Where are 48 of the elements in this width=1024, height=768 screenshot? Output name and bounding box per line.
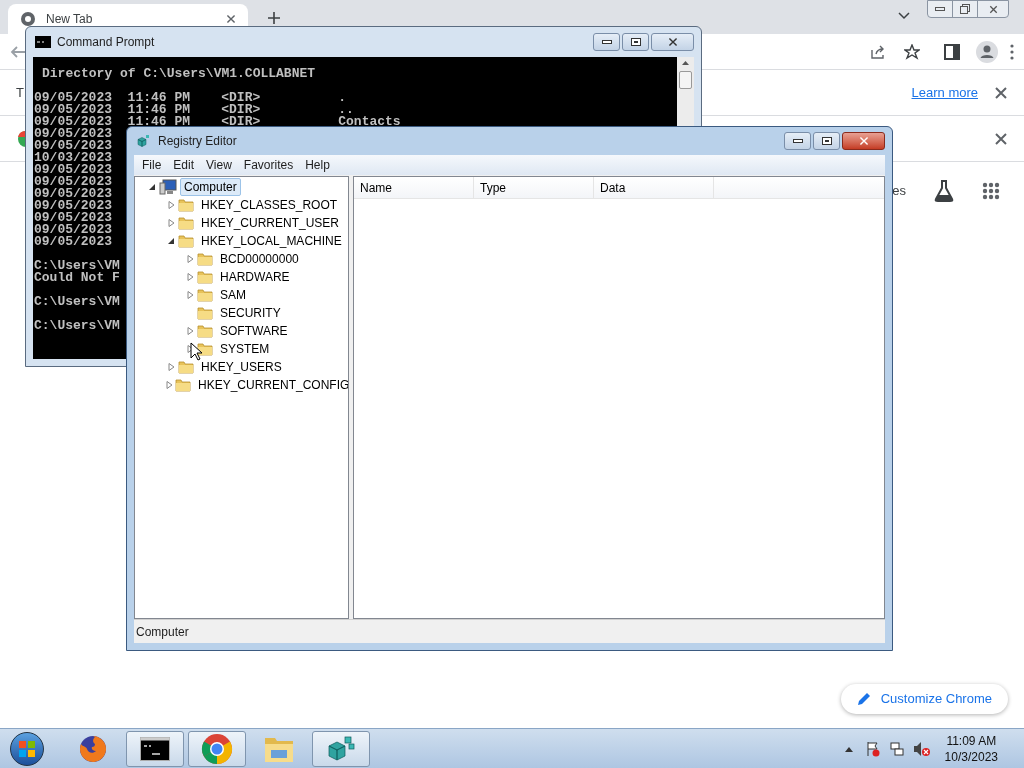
tree-item[interactable]: HKEY_CURRENT_USER [197,214,344,232]
console-line: 09/05/2023 11:46 PM <DIR> . [34,92,347,104]
console-line: C:\Users\VM [34,260,120,272]
window-title: Command Prompt [57,34,156,51]
tree-item[interactable]: SYSTEM [216,340,274,358]
console-line: 10/03/2023 [34,152,112,164]
tree-item[interactable]: SOFTWARE [216,322,292,340]
tree-item[interactable]: HKEY_LOCAL_MACHINE [197,232,346,250]
console-line: 09/05/2023 [34,224,112,236]
console-line: Directory of C:\Users\VM1.COLLABNET [42,68,316,80]
tree-item[interactable]: Computer [180,178,241,196]
tree-item[interactable]: HKEY_CLASSES_ROOT [197,196,342,214]
console-line: 09/05/2023 [34,164,112,176]
menu-item[interactable]: Help [299,156,336,174]
menu-item[interactable]: Favorites [237,156,300,174]
menu-item[interactable]: File [136,156,168,174]
tree-item[interactable]: SECURITY [216,304,285,322]
menu-item[interactable]: Edit [167,156,201,174]
tree-item[interactable]: HARDWARE [216,268,294,286]
console-line: 09/05/2023 [34,128,112,140]
console-line: 09/05/2023 [34,236,112,248]
console-line: 09/05/2023 11:46 PM <DIR> .. [34,104,354,116]
tree-item[interactable]: SAM [216,286,250,304]
column-header[interactable]: Type [474,177,594,198]
console-line: 09/05/2023 [34,212,112,224]
tab-title: New Tab [46,11,94,28]
console-line: 09/05/2023 [34,188,112,200]
infobar-text: T [16,83,24,102]
clock-date: 10/3/2023 [944,748,998,765]
console-line: 09/05/2023 11:46 PM <DIR> Contacts [34,116,401,128]
console-line: Could Not F [34,272,120,284]
shortcut-label: es [892,182,906,201]
tree-item[interactable]: BCD00000000 [216,250,303,268]
tree-item[interactable]: HKEY_USERS [197,358,286,376]
console-line: 09/05/2023 [34,200,112,212]
learn-more-link[interactable]: Learn more [911,82,978,103]
tree-item[interactable]: HKEY_CURRENT_CONFIG [194,376,348,394]
customize-chrome-button[interactable]: Customize Chrome [840,684,1008,714]
column-header[interactable]: Name [354,177,474,198]
menu-item[interactable]: View [200,156,238,174]
console-line: C:\Users\VM [34,296,120,308]
console-line: C:\Users\VM [34,320,120,332]
column-header[interactable]: Data [594,177,714,198]
console-line: 09/05/2023 [34,140,112,152]
console-line: 09/05/2023 [34,176,112,188]
status-text: Computer [136,623,189,641]
window-title: Registry Editor [158,133,238,150]
clock-time: 11:09 AM [946,732,997,749]
